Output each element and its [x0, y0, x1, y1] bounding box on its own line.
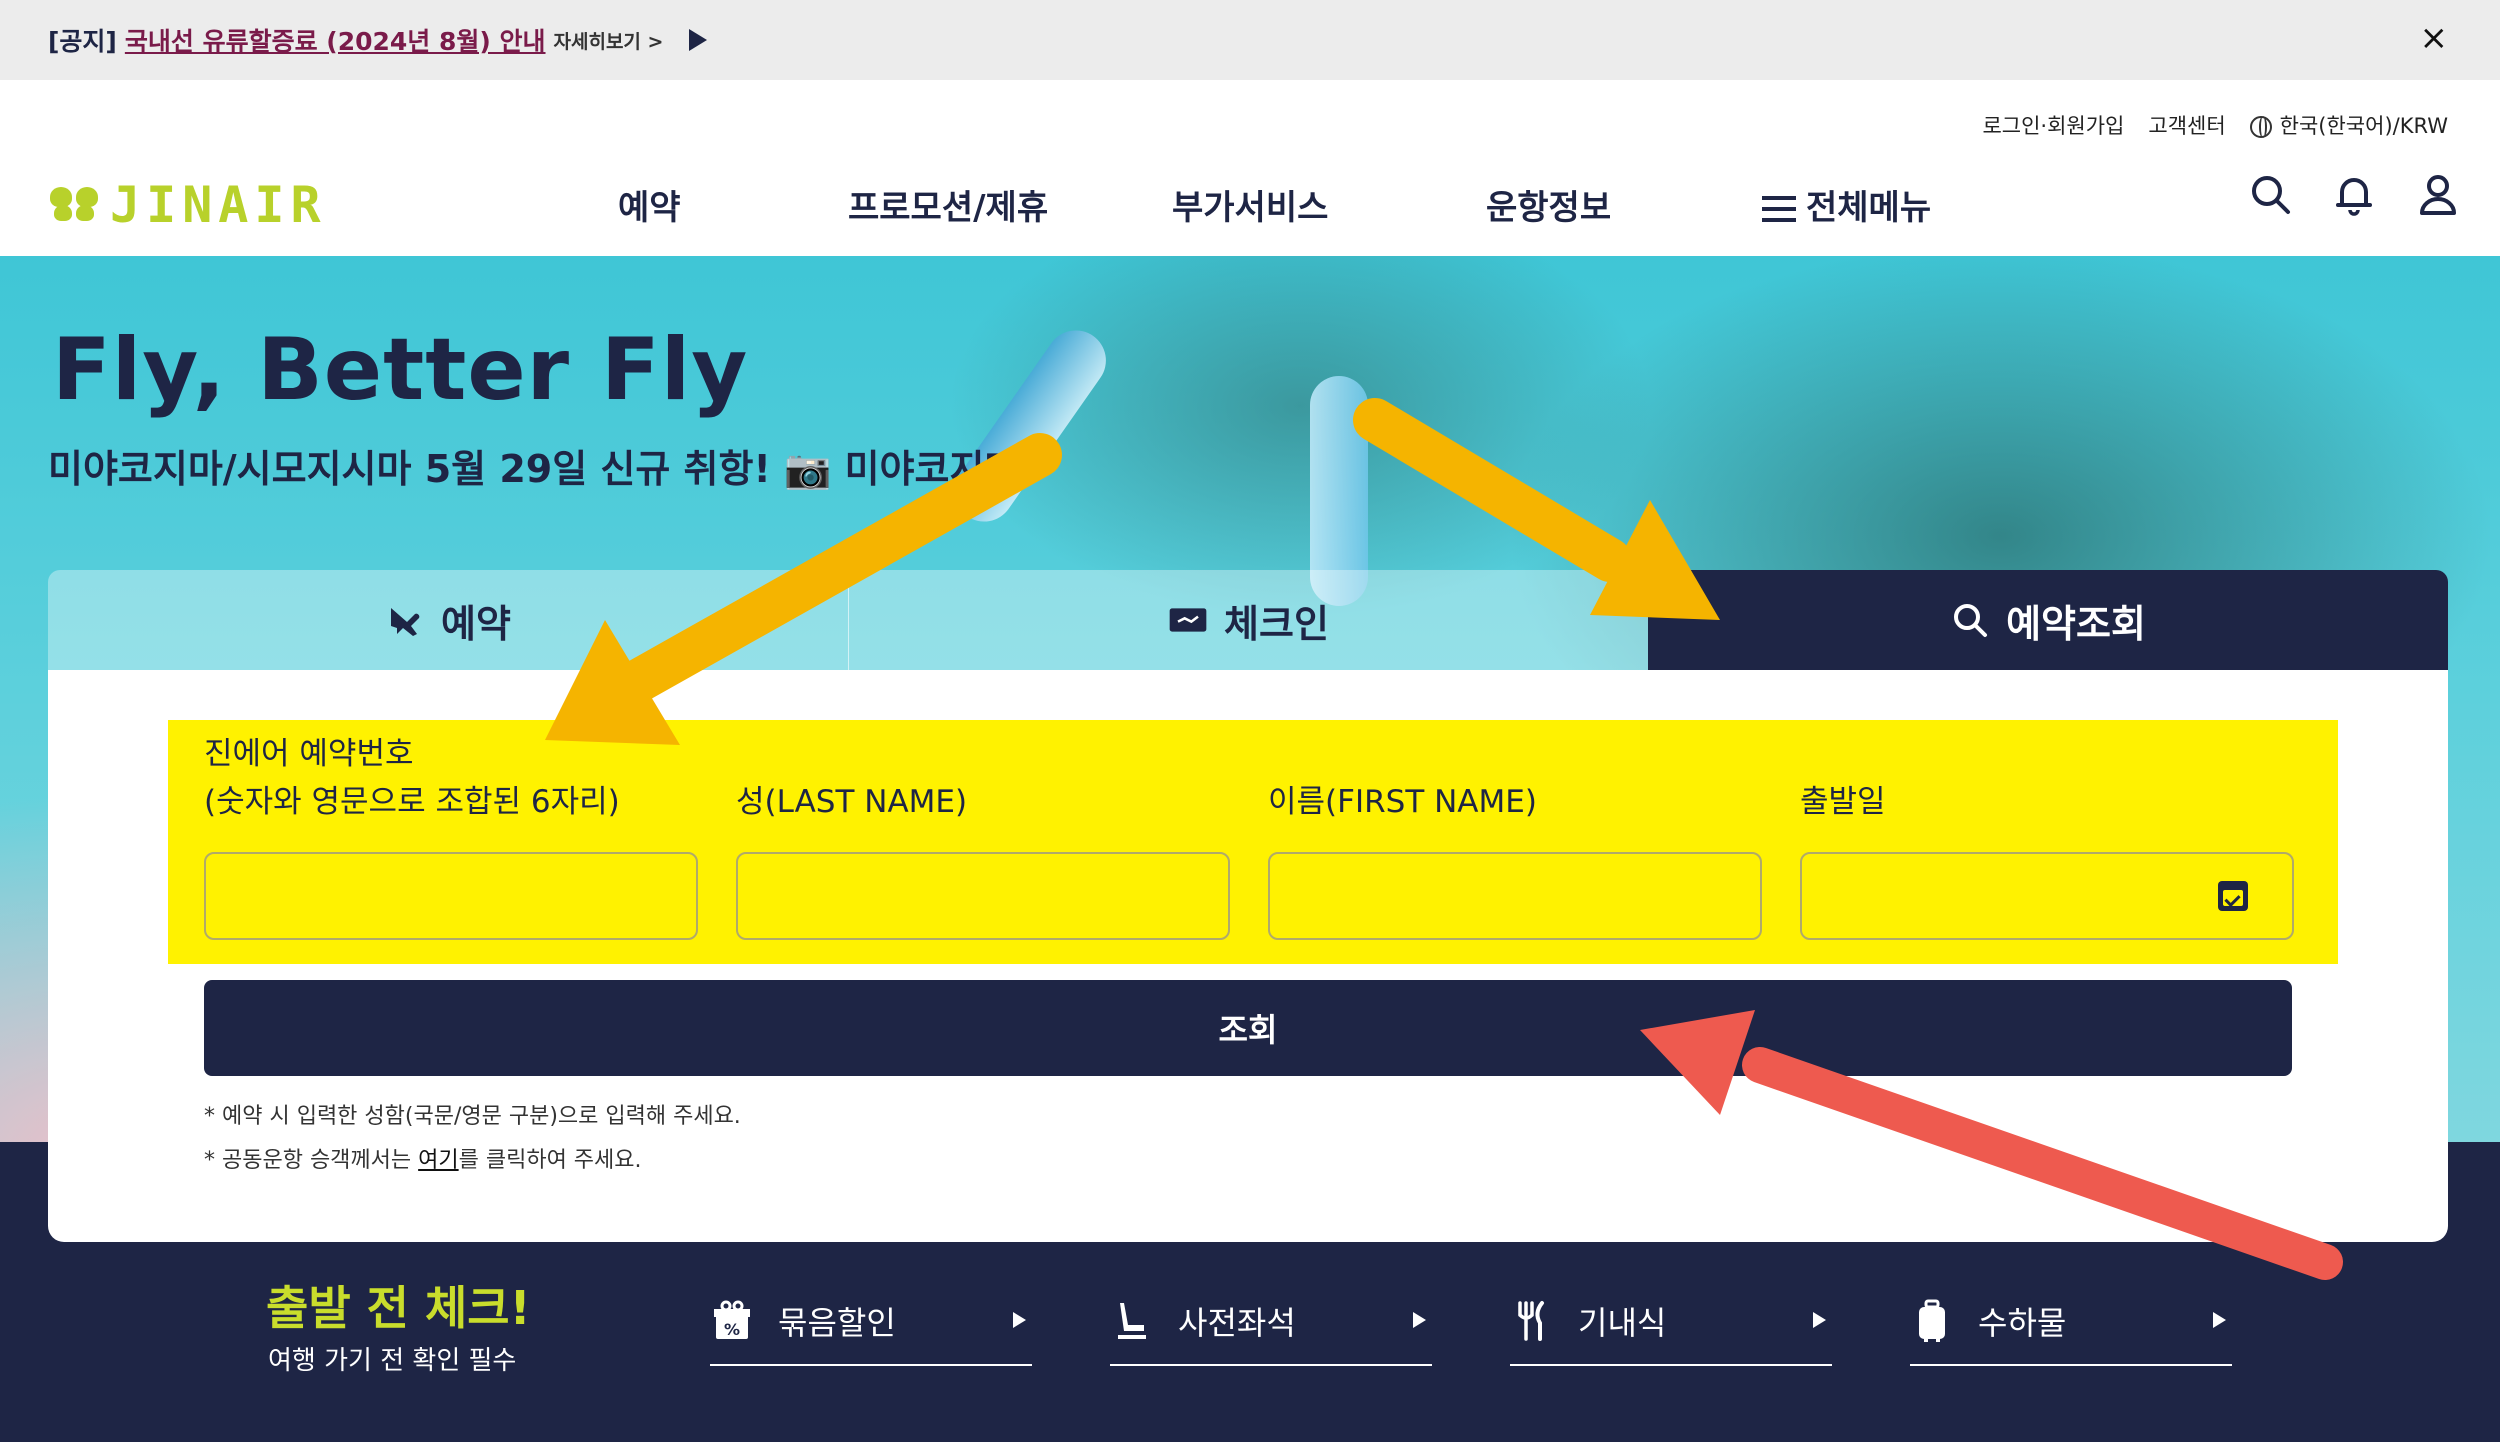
quick-link-seat-selection[interactable]: 사전좌석	[1110, 1278, 1432, 1366]
tab-booking-inquiry[interactable]: 예약조회	[1648, 570, 2448, 670]
nav-item-extra-services[interactable]: 부가서비스	[1172, 180, 1328, 229]
close-icon[interactable]: ×	[2420, 20, 2449, 56]
airplane-icon	[391, 608, 420, 636]
fork-knife-icon	[1518, 1301, 1544, 1341]
quick-link-label: 수하물	[1978, 1304, 2067, 1342]
nav-item-promotion[interactable]: 프로모션/제휴	[848, 180, 1048, 229]
tab-label: 예약	[441, 601, 511, 646]
all-menu-label: 전체메뉴	[1806, 188, 1932, 228]
customer-center-link[interactable]: 고객센터	[2148, 110, 2225, 140]
name-input-note: * 예약 시 입력한 성함(국문/영문 구분)으로 입력해 주세요.	[204, 1104, 741, 1129]
hamburger-icon	[1762, 196, 1796, 222]
codeshare-here-link[interactable]: 여기	[418, 1148, 458, 1173]
nav-item-all-menu[interactable]: 전체메뉴	[1762, 180, 1931, 229]
play-icon[interactable]	[689, 29, 708, 51]
luggage-icon	[1919, 1299, 1945, 1342]
arrow-right-icon	[1413, 1312, 1426, 1328]
quick-link-bundle-discount[interactable]: % 묶음할인	[710, 1278, 1032, 1366]
header-icons	[2248, 172, 2460, 216]
last-name-label: 성(LAST NAME)	[736, 784, 968, 820]
precheck-subtitle: 여행 가기 전 확인 필수	[268, 1346, 517, 1376]
notice-tag: [공지]	[48, 27, 117, 56]
globe-icon	[2249, 116, 2272, 138]
tab-label: 체크인	[1224, 601, 1329, 646]
language-selector[interactable]: 한국(한국어)/KRW	[2249, 110, 2448, 140]
quick-link-baggage[interactable]: 수하물	[1910, 1278, 2232, 1366]
hero-subtitle: 미야코지마/시모지시마 5월 29일 신규 취항! 📷 미야코지마	[48, 447, 1020, 491]
quick-link-label: 기내식	[1578, 1304, 1667, 1342]
search-icon[interactable]	[2248, 172, 2292, 216]
reservation-number-label: 진에어 예약번호 (숫자와 영문으로 조합된 6자리)	[204, 736, 620, 820]
reservation-number-input[interactable]	[204, 852, 698, 940]
utility-nav: 로그인·회원가입 고객센터 한국(한국어)/KRW	[1982, 110, 2448, 140]
svg-text:%: %	[724, 1320, 740, 1339]
notice-link[interactable]: 국내선 유류할증료 (2024년 8월) 안내	[125, 22, 546, 58]
arrow-right-icon	[2213, 1312, 2226, 1328]
gift-discount-icon: %	[714, 1300, 750, 1339]
paddleboard-image	[942, 318, 1118, 534]
ticket-icon	[1169, 608, 1207, 632]
search-icon	[1954, 604, 1988, 637]
last-name-input[interactable]	[736, 852, 1230, 940]
nav-item-booking[interactable]: 예약	[618, 180, 681, 229]
tab-booking[interactable]: 예약	[48, 570, 848, 670]
user-icon[interactable]	[2416, 172, 2460, 216]
quick-link-label: 묶음할인	[778, 1304, 896, 1342]
login-signup-link[interactable]: 로그인·회원가입	[1982, 110, 2124, 140]
seat-icon	[1118, 1303, 1146, 1339]
quick-link-inflight-meal[interactable]: 기내식	[1510, 1278, 1832, 1366]
arrow-right-icon	[1813, 1312, 1826, 1328]
tab-checkin[interactable]: 체크인	[848, 570, 1648, 670]
language-label: 한국(한국어)/KRW	[2279, 114, 2448, 138]
notice-more-link[interactable]: 자세히보기 >	[554, 27, 664, 54]
first-name-label: 이름(FIRST NAME)	[1268, 784, 1537, 820]
inquiry-submit-button[interactable]: 조회	[204, 980, 2292, 1076]
tab-label: 예약조회	[2006, 601, 2146, 646]
departure-date-input[interactable]	[1800, 852, 2294, 940]
precheck-title: 출발 전 체크!	[266, 1281, 531, 1335]
codeshare-note: * 공동운항 승객께서는 여기를 클릭하여 주세요.	[204, 1148, 642, 1173]
hero-title: Fly, Better Fly	[52, 320, 749, 420]
calendar-icon[interactable]	[2218, 881, 2248, 911]
arrow-right-icon	[1013, 1312, 1026, 1328]
notice-bar: [공지] 국내선 유류할증료 (2024년 8월) 안내 자세히보기 > ×	[0, 0, 2500, 80]
nav-item-flight-info[interactable]: 운항정보	[1486, 180, 1611, 229]
site-header: 로그인·회원가입 고객센터 한국(한국어)/KRW JINAIR 예약 프로모션…	[0, 80, 2500, 256]
first-name-input[interactable]	[1268, 852, 1762, 940]
main-nav: 예약 프로모션/제휴 부가서비스 운항정보 전체메뉴	[0, 172, 2500, 232]
departure-date-label: 출발일	[1800, 784, 1886, 820]
booking-tabs: 예약 체크인 예약조회	[48, 570, 2448, 670]
bell-icon[interactable]	[2332, 172, 2376, 216]
quick-link-label: 사전좌석	[1178, 1304, 1296, 1342]
